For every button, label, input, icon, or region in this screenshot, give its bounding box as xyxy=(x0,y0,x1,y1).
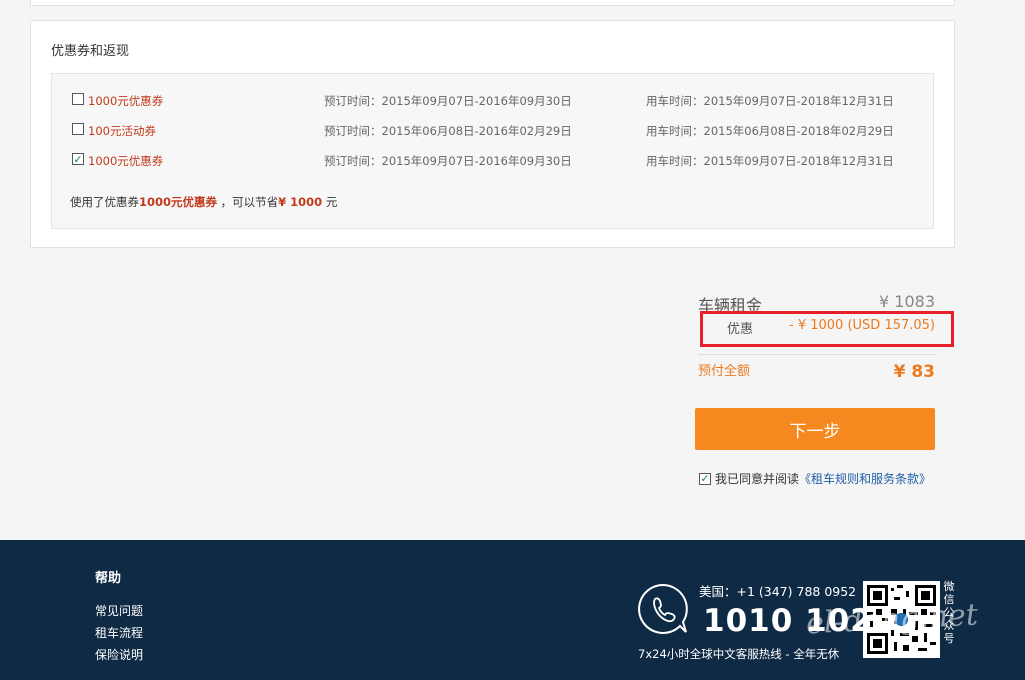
coupon-checkbox[interactable]: ✓ xyxy=(72,153,84,165)
total-label: 预付全额 xyxy=(698,364,751,379)
coupon-row[interactable]: ✓ 1000元优惠券 预订时间：2015年09月07日-2016年09月30日 … xyxy=(52,152,933,172)
coupon-name[interactable]: 1000元优惠券 xyxy=(88,93,163,109)
saving-amount: ¥ 1000 xyxy=(278,195,323,209)
summary-divider xyxy=(698,354,935,355)
coupon-checkbox[interactable] xyxy=(72,123,84,135)
coupon-checkbox[interactable] xyxy=(72,93,84,105)
help-link-faq[interactable]: 常见问题 xyxy=(95,602,143,619)
help-title: 帮助 xyxy=(95,571,122,586)
hotline-description: 7x24小时全球中文客服热线 - 全年无休 xyxy=(638,647,840,661)
coupon-booking-time: 预订时间：2015年09月07日-2016年09月30日 xyxy=(324,154,572,168)
check-icon: ✓ xyxy=(700,472,710,485)
coupon-panel: 优惠券和返现 1000元优惠券 预订时间：2015年09月07日-2016年09… xyxy=(30,20,955,248)
coupon-saving-text: 使用了优惠券1000元优惠券 ，可以节省¥ 1000 元 xyxy=(70,194,337,210)
coupon-use-time: 用车时间：2015年06月08日-2018年02月29日 xyxy=(646,124,894,138)
agreement-checkbox[interactable]: ✓ xyxy=(699,472,711,485)
footer: 帮助 常见问题 租车流程 保险说明 美国：+1 (347) 788 0952 1… xyxy=(0,540,1025,680)
coupon-booking-time: 预订时间：2015年06月08日-2016年02月29日 xyxy=(324,124,572,138)
coupon-booking-time: 预订时间：2015年09月07日-2016年09月30日 xyxy=(324,94,572,108)
saving-coupon: 1000元优惠券 xyxy=(139,195,218,209)
coupon-panel-title: 优惠券和返现 xyxy=(51,44,130,59)
discount-value: - ¥ 1000 (USD 157.05) xyxy=(789,318,935,333)
saving-suffix: 元 xyxy=(322,195,338,209)
next-step-button[interactable]: 下一步 xyxy=(695,408,935,450)
previous-panel xyxy=(30,0,955,6)
phone-icon xyxy=(636,582,690,636)
coupon-row[interactable]: 100元活动券 预订时间：2015年06月08日-2016年02月29日 用车时… xyxy=(52,122,933,142)
agreement-text: 我已同意并阅读 xyxy=(715,472,800,486)
hotline-us-number: 美国：+1 (347) 788 0952 xyxy=(699,584,857,599)
coupon-name[interactable]: 1000元优惠券 xyxy=(88,153,163,169)
saving-middle: ，可以节省 xyxy=(217,195,279,209)
wechat-label: 微信公众号 xyxy=(943,580,955,645)
discount-label: 优惠 xyxy=(727,322,754,337)
coupon-use-time: 用车时间：2015年09月07日-2018年12月31日 xyxy=(646,94,894,108)
coupon-use-time: 用车时间：2015年09月07日-2018年12月31日 xyxy=(646,154,894,168)
rent-value: ¥ 1083 xyxy=(879,292,935,311)
coupon-name[interactable]: 100元活动券 xyxy=(88,123,156,139)
total-value: ¥ 83 xyxy=(893,362,935,382)
help-link-insurance[interactable]: 保险说明 xyxy=(95,646,143,663)
saving-prefix: 使用了优惠券 xyxy=(70,195,139,209)
qr-code-icon xyxy=(863,581,940,658)
terms-link[interactable]: 《租车规则和服务条款》 xyxy=(799,470,931,487)
agreement: ✓ 我已同意并阅读 《租车规则和服务条款》 xyxy=(699,470,931,487)
coupon-list: 1000元优惠券 预订时间：2015年09月07日-2016年09月30日 用车… xyxy=(51,73,934,229)
coupon-row[interactable]: 1000元优惠券 预订时间：2015年09月07日-2016年09月30日 用车… xyxy=(52,92,933,112)
check-icon: ✓ xyxy=(73,152,83,166)
help-link-process[interactable]: 租车流程 xyxy=(95,624,143,641)
